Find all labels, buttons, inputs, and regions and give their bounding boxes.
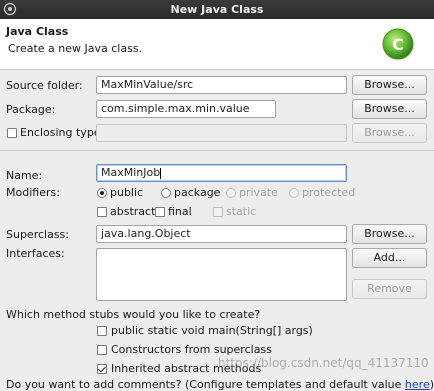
enclosing-type-label: Enclosing type: bbox=[20, 126, 105, 139]
enclosing-type-checkbox[interactable] bbox=[7, 128, 17, 138]
package-label: Package: bbox=[6, 103, 56, 116]
remove-interface-button[interactable]: Remove bbox=[352, 279, 427, 299]
source-folder-browse-button[interactable]: Browse... bbox=[352, 75, 427, 95]
stub-main-checkbox[interactable] bbox=[97, 326, 107, 336]
name-label: Name: bbox=[6, 169, 43, 182]
modifier-protected-radio[interactable] bbox=[289, 188, 299, 198]
modifier-private-radio[interactable] bbox=[226, 188, 236, 198]
superclass-input[interactable]: java.lang.Object bbox=[96, 225, 347, 243]
svg-text:C: C bbox=[392, 35, 404, 54]
add-interface-button[interactable]: Add... bbox=[352, 248, 427, 268]
modifier-protected-label: protected bbox=[302, 186, 356, 199]
modifier-static-checkbox[interactable] bbox=[213, 207, 223, 217]
wizard-header: Java Class Create a new Java class. C bbox=[0, 19, 434, 70]
modifier-abstract-label: abstract bbox=[110, 205, 156, 218]
package-input[interactable]: com.simple.max.min.value bbox=[96, 100, 276, 118]
modifier-abstract-checkbox[interactable] bbox=[97, 207, 107, 217]
window-menu-icon[interactable] bbox=[3, 2, 17, 16]
modifier-private-label: private bbox=[239, 186, 278, 199]
text-caret bbox=[160, 167, 162, 179]
package-browse-button[interactable]: Browse... bbox=[352, 99, 427, 119]
method-stubs-question: Which method stubs would you like to cre… bbox=[6, 308, 261, 321]
source-folder-input[interactable]: MaxMinValue/src bbox=[96, 76, 347, 94]
superclass-label: Superclass: bbox=[6, 228, 69, 241]
modifier-public-radio[interactable] bbox=[97, 188, 107, 198]
class-name-input[interactable]: MaxMinJob bbox=[96, 164, 347, 182]
stub-constructors-label: Constructors from superclass bbox=[111, 343, 272, 356]
stub-constructors-checkbox[interactable] bbox=[97, 345, 107, 355]
watermark: https://blog.csdn.net/qq_41137110 bbox=[218, 356, 429, 370]
stub-inherited-checkbox[interactable] bbox=[97, 364, 107, 374]
class-name-value: MaxMinJob bbox=[101, 166, 161, 179]
modifier-static-label: static bbox=[226, 205, 257, 218]
page-description: Create a new Java class. bbox=[8, 42, 143, 55]
modifier-final-checkbox[interactable] bbox=[155, 207, 165, 217]
modifier-package-radio[interactable] bbox=[161, 188, 171, 198]
modifiers-label: Modifiers: bbox=[6, 186, 60, 199]
window-title: New Java Class bbox=[170, 3, 264, 16]
interfaces-list[interactable] bbox=[96, 248, 347, 301]
source-folder-label: Source folder: bbox=[6, 79, 83, 92]
window-title-bar: New Java Class bbox=[0, 0, 434, 19]
superclass-browse-button[interactable]: Browse... bbox=[352, 224, 427, 244]
interfaces-label: Interfaces: bbox=[6, 247, 65, 260]
enclosing-type-input[interactable] bbox=[96, 124, 347, 142]
modifier-package-label: package bbox=[174, 186, 221, 199]
page-title: Java Class bbox=[6, 25, 69, 38]
enclosing-type-browse-button[interactable]: Browse... bbox=[352, 123, 427, 143]
separator bbox=[0, 150, 434, 151]
modifier-public-label: public bbox=[110, 186, 144, 199]
java-class-wizard-icon: C bbox=[382, 28, 414, 60]
stub-main-label: public static void main(String[] args) bbox=[111, 324, 313, 337]
modifier-final-label: final bbox=[168, 205, 192, 218]
